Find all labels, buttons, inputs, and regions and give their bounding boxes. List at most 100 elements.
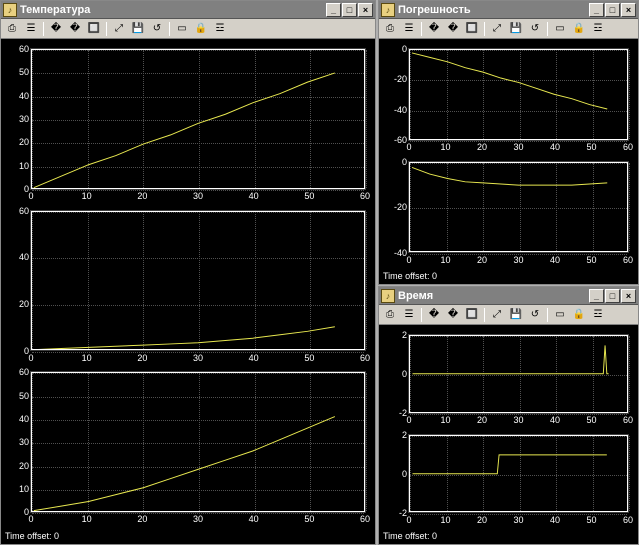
y-tick-label: 60 [7, 367, 29, 377]
y-tick-label: 10 [7, 484, 29, 494]
plot-container[interactable]: 01020304050600204060 [3, 205, 373, 365]
save-icon[interactable]: 💾 [507, 21, 525, 37]
grid-line [32, 397, 364, 398]
grid-line [483, 163, 484, 252]
print-icon[interactable]: ⎙ [381, 307, 399, 323]
x-tick-label: 30 [509, 255, 529, 265]
lock-icon[interactable]: 🔒 [570, 307, 588, 323]
x-tick-label: 20 [472, 255, 492, 265]
close-button[interactable]: × [358, 3, 373, 17]
x-tick-label: 60 [355, 191, 375, 201]
restore-icon[interactable]: ↺ [526, 21, 544, 37]
zoom-box-icon[interactable]: 🔲 [463, 21, 481, 37]
grid-line [483, 336, 484, 412]
x-tick-label: 20 [472, 142, 492, 152]
print-icon[interactable]: ⎙ [3, 21, 21, 37]
grid-line [410, 80, 627, 81]
y-tick-label: 20 [7, 299, 29, 309]
zoom-box-icon[interactable]: 🔲 [85, 21, 103, 37]
toolbar-separator [43, 22, 44, 36]
x-tick-label: 30 [188, 191, 208, 201]
sync-icon[interactable]: ☲ [211, 21, 229, 37]
float-icon[interactable]: ▭ [173, 21, 191, 37]
save-icon[interactable]: 💾 [507, 307, 525, 323]
y-tick-label: 60 [7, 206, 29, 216]
close-button[interactable]: × [621, 3, 636, 17]
grid-line [593, 336, 594, 412]
plot-axes [31, 372, 365, 512]
zoom-out-icon[interactable]: � [66, 21, 84, 37]
params-icon[interactable]: ☰ [400, 21, 418, 37]
x-tick-label: 60 [355, 353, 375, 363]
minimize-button[interactable]: _ [326, 3, 341, 17]
y-tick-label: 2 [385, 330, 407, 340]
params-icon[interactable]: ☰ [400, 307, 418, 323]
grid-line [32, 258, 364, 259]
grid-line [483, 50, 484, 139]
toolbar-separator [421, 308, 422, 322]
grid-line [410, 436, 627, 437]
maximize-button[interactable]: □ [605, 3, 620, 17]
plot-container[interactable]: 01020304050600102030405060 [3, 43, 373, 203]
plot-container[interactable]: 0102030405060-60-40-200 [381, 43, 636, 154]
y-tick-label: -60 [385, 135, 407, 145]
titlebar-left: ♪Температура [3, 3, 90, 17]
titlebar[interactable]: ♪Погрешность_□× [379, 1, 638, 19]
y-tick-label: 0 [385, 469, 407, 479]
titlebar[interactable]: ♪Температура _□× [1, 1, 375, 19]
plot-container[interactable]: 01020304050600102030405060 [3, 366, 373, 526]
titlebar-left: ♪Время [381, 289, 433, 303]
time-offset-label: Time offset: 0 [1, 530, 375, 544]
params-icon[interactable]: ☰ [22, 21, 40, 37]
sync-icon[interactable]: ☲ [589, 21, 607, 37]
maximize-button[interactable]: □ [342, 3, 357, 17]
grid-line [410, 208, 627, 209]
save-icon[interactable]: 💾 [129, 21, 147, 37]
grid-line [32, 490, 364, 491]
zoom-in-icon[interactable]: � [425, 21, 443, 37]
x-tick-label: 20 [472, 515, 492, 525]
x-tick-label: 10 [77, 353, 97, 363]
x-tick-label: 50 [582, 255, 602, 265]
minimize-button[interactable]: _ [589, 3, 604, 17]
float-icon[interactable]: ▭ [551, 307, 569, 323]
zoom-out-icon[interactable]: � [444, 21, 462, 37]
y-tick-label: 20 [7, 137, 29, 147]
window-title: Погрешность [398, 4, 471, 16]
autoscale-icon[interactable]: ⤢ [488, 307, 506, 323]
restore-icon[interactable]: ↺ [526, 307, 544, 323]
close-button[interactable]: × [621, 289, 636, 303]
y-tick-label: 50 [7, 67, 29, 77]
zoom-in-icon[interactable]: � [47, 21, 65, 37]
grid-line [366, 373, 367, 511]
float-icon[interactable]: ▭ [551, 21, 569, 37]
sync-icon[interactable]: ☲ [589, 307, 607, 323]
grid-line [520, 436, 521, 512]
grid-line [32, 373, 364, 374]
autoscale-icon[interactable]: ⤢ [488, 21, 506, 37]
autoscale-icon[interactable]: ⤢ [110, 21, 128, 37]
grid-line [32, 73, 364, 74]
x-tick-label: 10 [77, 191, 97, 201]
maximize-button[interactable]: □ [605, 289, 620, 303]
zoom-out-icon[interactable]: � [444, 307, 462, 323]
print-icon[interactable]: ⎙ [381, 21, 399, 37]
toolbar-separator [421, 22, 422, 36]
zoom-in-icon[interactable]: � [425, 307, 443, 323]
x-tick-label: 60 [618, 142, 638, 152]
restore-icon[interactable]: ↺ [148, 21, 166, 37]
trace-time1 [410, 336, 627, 412]
grid-line [410, 475, 627, 476]
plot-container[interactable]: 0102030405060-202 [381, 329, 636, 427]
plot-container[interactable]: 0102030405060-202 [381, 429, 636, 527]
lock-icon[interactable]: 🔒 [570, 21, 588, 37]
lock-icon[interactable]: 🔒 [192, 21, 210, 37]
x-tick-label: 40 [545, 515, 565, 525]
minimize-button[interactable]: _ [589, 289, 604, 303]
zoom-box-icon[interactable]: 🔲 [463, 307, 481, 323]
scope-icon: ♪ [3, 3, 17, 17]
plot-container[interactable]: 0102030405060-40-200 [381, 156, 636, 267]
titlebar[interactable]: ♪Время _□× [379, 287, 638, 305]
grid-line [410, 163, 411, 252]
trace-err1 [410, 50, 627, 139]
